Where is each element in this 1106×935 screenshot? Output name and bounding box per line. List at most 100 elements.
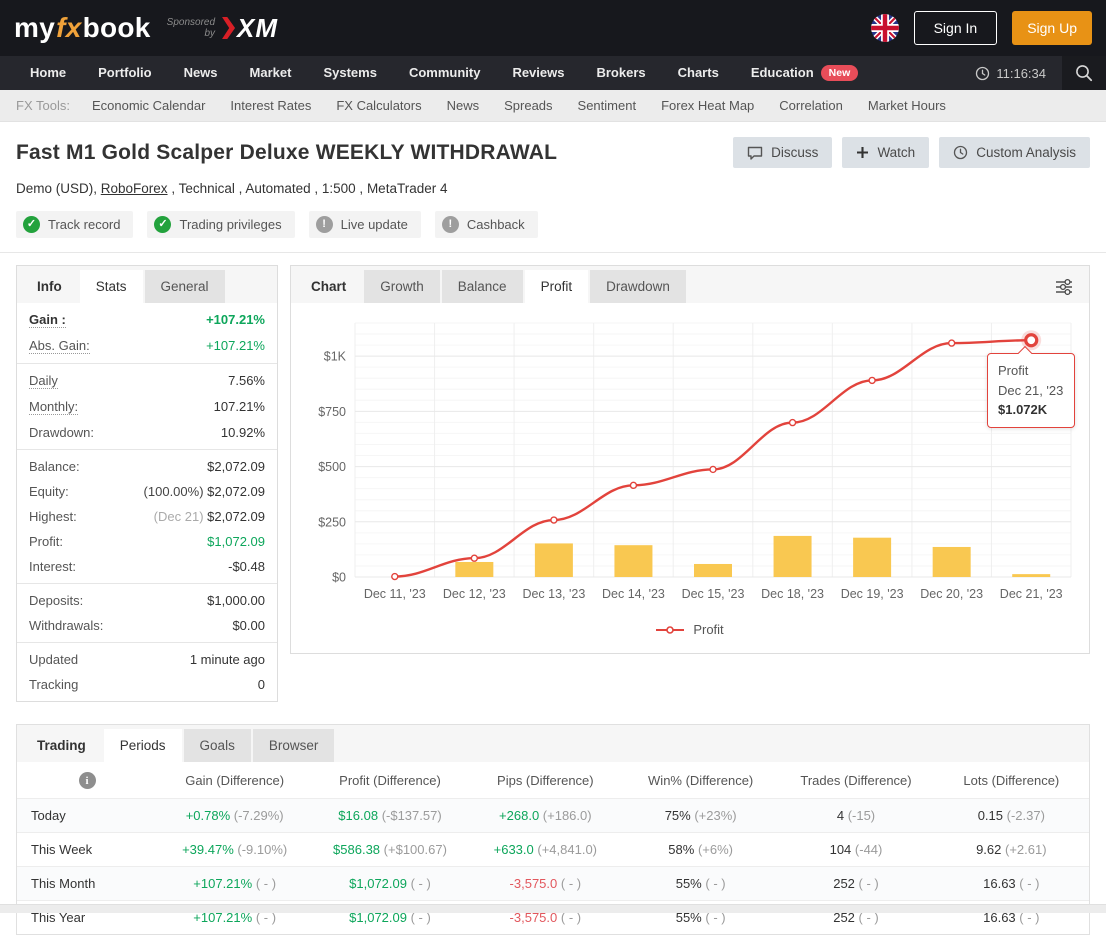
- nav-item-market[interactable]: Market: [234, 56, 308, 90]
- badge-track-record[interactable]: ✓ Track record: [16, 211, 134, 238]
- badge-live-update[interactable]: ! Live update: [308, 211, 421, 238]
- badge-cashback[interactable]: ! Cashback: [434, 211, 538, 238]
- daily-profit-bar: [932, 546, 971, 577]
- table-row-this-month: This Month +107.21% ( - ) $1,072.09 ( - …: [17, 866, 1089, 900]
- fx-link-news[interactable]: News: [447, 98, 480, 113]
- daily-profit-bar: [694, 563, 732, 577]
- fx-link-fx-calculators[interactable]: FX Calculators: [336, 98, 421, 113]
- fx-link-correlation[interactable]: Correlation: [779, 98, 843, 113]
- tab-balance[interactable]: Balance: [441, 270, 523, 303]
- nav-item-community[interactable]: Community: [393, 56, 497, 90]
- tab-browser[interactable]: Browser: [252, 729, 335, 762]
- periods-table-header: i Gain (Difference) Profit (Difference) …: [17, 762, 1089, 798]
- col-win: Win% (Difference): [648, 773, 754, 788]
- check-icon: ✓: [23, 216, 40, 233]
- fx-link-economic-calendar[interactable]: Economic Calendar: [92, 98, 205, 113]
- logo-fx: fx: [56, 12, 82, 43]
- y-axis-tick: $500: [318, 460, 346, 474]
- stat-row-withdrawals: Withdrawals: $0.00: [29, 618, 265, 633]
- fx-link-spreads[interactable]: Spreads: [504, 98, 552, 113]
- nav-item-home[interactable]: Home: [14, 56, 82, 90]
- nav-item-brokers[interactable]: Brokers: [580, 56, 661, 90]
- page-title: Fast M1 Gold Scalper Deluxe WEEKLY WITHD…: [16, 140, 558, 164]
- fx-link-market-hours[interactable]: Market Hours: [868, 98, 946, 113]
- top-header: my fx book Sponsored by XM Sign In Sign Up: [0, 0, 1106, 56]
- clock-icon: [954, 145, 968, 160]
- tab-growth[interactable]: Growth: [364, 270, 440, 303]
- nav-item-systems[interactable]: Systems: [307, 56, 392, 90]
- x-axis-tick: Dec 21, '23: [1000, 587, 1063, 601]
- nav-item-charts[interactable]: Charts: [662, 56, 735, 90]
- tab-stats[interactable]: Stats: [79, 270, 143, 303]
- plus-icon: [857, 147, 869, 158]
- uk-flag-icon[interactable]: [870, 14, 899, 42]
- table-row-this-week: This Week +39.47% (-9.10%) $586.38 (+$10…: [17, 832, 1089, 866]
- stat-row-balance: Balance: $2,072.09: [29, 459, 265, 474]
- tab-goals[interactable]: Goals: [183, 729, 251, 762]
- fx-tools-label: FX Tools:: [16, 98, 70, 113]
- myfxbook-logo[interactable]: my fx book: [14, 12, 151, 44]
- x-axis-tick: Dec 12, '23: [443, 587, 506, 601]
- stat-row-daily: Daily 7.56%: [29, 373, 265, 389]
- col-pips: Pips (Difference): [497, 773, 594, 788]
- fx-tools-bar: FX Tools: Economic Calendar Interest Rat…: [0, 90, 1106, 122]
- stat-row-profit: Profit: $1,072.09: [29, 534, 265, 549]
- chart-legend[interactable]: Profit: [291, 612, 1089, 653]
- nav-item-portfolio[interactable]: Portfolio: [82, 56, 167, 90]
- nav-item-reviews[interactable]: Reviews: [496, 56, 580, 90]
- next-section-strip: [0, 904, 1106, 913]
- daily-profit-bar: [773, 535, 812, 577]
- search-button[interactable]: [1062, 56, 1106, 90]
- stat-row-gain: Gain : +107.21%: [29, 312, 265, 328]
- exclamation-icon: !: [315, 216, 333, 233]
- y-axis-tick: $250: [318, 515, 346, 529]
- sign-in-button[interactable]: Sign In: [913, 11, 998, 45]
- table-row-today: Today +0.78% (-7.29%) $16.08 (-$137.57) …: [17, 798, 1089, 832]
- stat-row-monthly: Monthly: 107.21%: [29, 399, 265, 415]
- fx-link-sentiment[interactable]: Sentiment: [578, 98, 637, 113]
- divider: [0, 252, 1106, 253]
- col-lots: Lots (Difference): [963, 773, 1060, 788]
- info-icon[interactable]: i: [78, 772, 96, 789]
- fx-link-interest-rates[interactable]: Interest Rates: [230, 98, 311, 113]
- stats-tabs: Info Stats General: [17, 266, 277, 303]
- daily-profit-bar: [1012, 574, 1051, 577]
- col-gain: Gain (Difference): [185, 773, 285, 788]
- xm-arrow-icon: [222, 17, 236, 39]
- stat-row-tracking: Tracking 0: [29, 677, 265, 692]
- broker-link[interactable]: RoboForex: [101, 181, 168, 196]
- nav-item-education[interactable]: Education New: [735, 56, 874, 90]
- fx-link-forex-heat-map[interactable]: Forex Heat Map: [661, 98, 754, 113]
- x-axis-tick: Dec 18, '23: [761, 587, 824, 601]
- col-profit: Profit (Difference): [339, 773, 441, 788]
- badge-trading-privileges[interactable]: ✓ Trading privileges: [147, 211, 295, 238]
- xm-logo[interactable]: XM: [222, 13, 278, 44]
- tab-drawdown[interactable]: Drawdown: [590, 270, 686, 303]
- stat-row-abs-gain: Abs. Gain: +107.21%: [29, 338, 265, 354]
- x-axis-tick: Dec 11, '23: [364, 587, 426, 601]
- tooltip-series: Profit: [998, 363, 1029, 378]
- watch-button[interactable]: Watch: [842, 137, 930, 168]
- tab-chart[interactable]: Chart: [295, 270, 362, 303]
- chart-point: [788, 418, 797, 427]
- stat-row-interest: Interest: -$0.48: [29, 559, 265, 574]
- server-time: 11:16:34: [975, 66, 1062, 81]
- discuss-button[interactable]: Discuss: [733, 137, 833, 168]
- exclamation-icon: !: [441, 216, 459, 233]
- tab-info[interactable]: Info: [21, 270, 78, 303]
- check-icon: ✓: [154, 216, 172, 233]
- nav-item-news[interactable]: News: [168, 56, 234, 90]
- sign-up-button[interactable]: Sign Up: [1012, 11, 1092, 45]
- daily-profit-bar: [534, 543, 573, 577]
- tab-periods[interactable]: Periods: [103, 729, 182, 762]
- tab-profit[interactable]: Profit: [524, 270, 589, 303]
- chart-settings-button[interactable]: [1053, 278, 1075, 296]
- custom-analysis-button[interactable]: Custom Analysis: [939, 137, 1090, 168]
- tab-general[interactable]: General: [144, 270, 225, 303]
- chart-point: [947, 339, 956, 347]
- main-nav: Home Portfolio News Market Systems Commu…: [0, 56, 1106, 90]
- tab-trading[interactable]: Trading: [21, 729, 102, 762]
- profit-chart-area[interactable]: $0 $250 $500 $750 $1K Dec 11, '23 Dec 12, '23 D…: [291, 303, 1089, 612]
- daily-profit-bar: [455, 561, 494, 577]
- logo-book: book: [82, 12, 151, 43]
